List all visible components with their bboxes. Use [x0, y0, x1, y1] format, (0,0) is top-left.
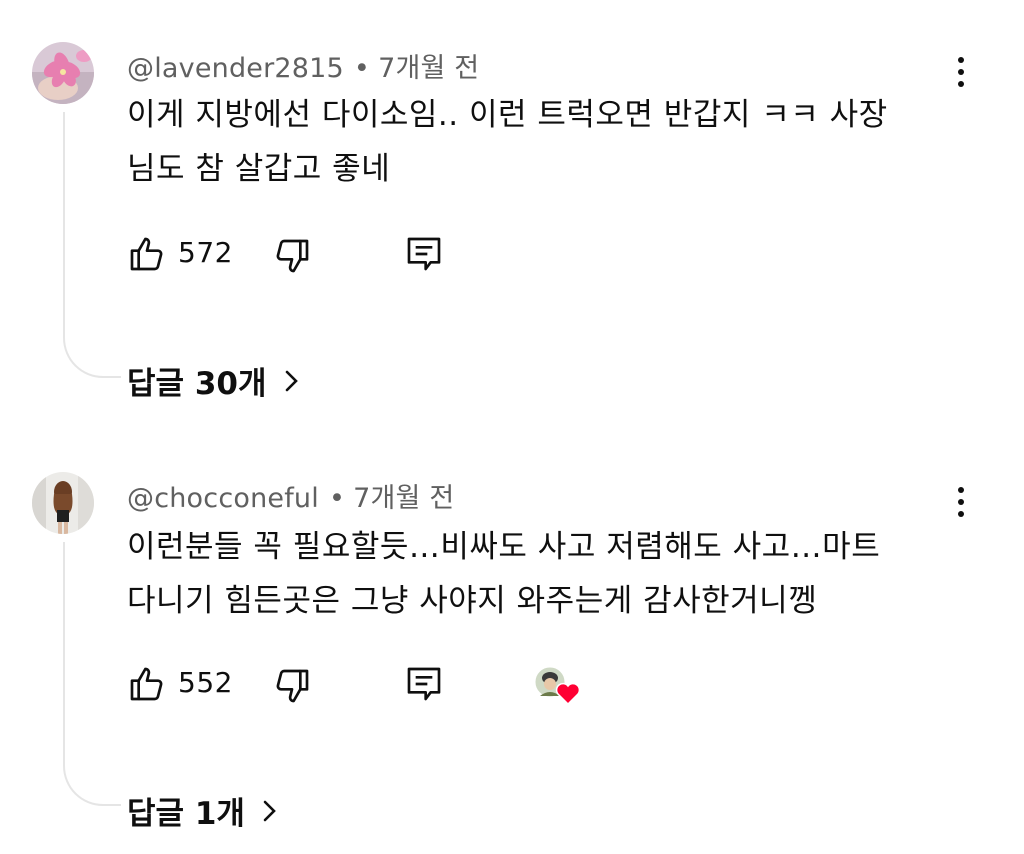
pink-flower-photo-icon	[32, 42, 94, 104]
view-replies-button[interactable]: 답글 1개	[127, 788, 281, 833]
comment-text-line: 이런분들 꼭 필요할듯…비싸도 사고 저렴해도 사고…마트	[127, 529, 881, 565]
replies-label: 답글 30개	[127, 366, 267, 402]
comment-text: 이런분들 꼭 필요할듯…비싸도 사고 저렴해도 사고…마트 다니기 힘든곳은 그…	[127, 520, 957, 628]
like-count: 552	[178, 666, 233, 699]
replies-label: 답글 1개	[127, 796, 245, 832]
view-replies-button[interactable]: 답글 30개	[127, 358, 303, 403]
comment-thread: @chocconeful • 7개월 전 이런분들 꼭 필요할듯…비싸도 사고 저렴…	[0, 430, 1024, 854]
comment-text-line: 이게 지방에선 다이소임.. 이런 트럭오면 반갑지 ㅋㅋ 사장	[127, 97, 888, 133]
comment-reply-icon	[407, 667, 441, 701]
author-avatar[interactable]	[32, 42, 94, 104]
comment-thread: @lavender2815 • 7개월 전 이게 지방에선 다이소임.. 이런 트럭…	[0, 0, 1024, 430]
thread-connector-line	[63, 542, 121, 806]
thumbs-up-icon	[130, 237, 163, 271]
woman-back-photo-icon	[32, 472, 94, 534]
comment-reply-icon	[407, 237, 441, 271]
thumbs-down-icon	[276, 669, 309, 703]
like-button[interactable]	[127, 664, 167, 704]
author-handle[interactable]: @lavender2815	[127, 53, 344, 84]
like-count: 572	[178, 236, 233, 269]
thumbs-up-icon	[130, 667, 163, 701]
meta-separator: •	[353, 53, 371, 84]
dislike-button[interactable]	[272, 236, 312, 276]
meta-separator: •	[328, 483, 346, 514]
comment-header: @lavender2815 • 7개월 전	[127, 46, 479, 85]
author-avatar[interactable]	[32, 472, 94, 534]
more-vertical-icon	[958, 57, 964, 63]
chevron-right-icon	[263, 800, 276, 821]
chevron-right-icon	[285, 370, 298, 391]
thumbs-down-icon	[276, 239, 309, 273]
thread-connector-line	[63, 112, 121, 378]
reply-button[interactable]	[404, 234, 444, 274]
more-actions-button[interactable]	[946, 480, 976, 524]
like-button[interactable]	[127, 234, 167, 274]
more-vertical-icon	[958, 487, 964, 493]
comment-header: @chocconeful • 7개월 전	[127, 476, 454, 515]
comment-text: 이게 지방에선 다이소임.. 이런 트럭오면 반갑지 ㅋㅋ 사장 님도 참 살갑…	[127, 88, 957, 196]
creator-heart-badge	[534, 664, 582, 706]
author-handle[interactable]: @chocconeful	[127, 483, 319, 514]
comment-timestamp[interactable]: 7개월 전	[378, 53, 479, 84]
dislike-button[interactable]	[272, 666, 312, 706]
reply-button[interactable]	[404, 664, 444, 704]
comment-text-line: 다니기 힘든곳은 그냥 사야지 와주는게 감사한거니껭	[127, 583, 818, 619]
comment-timestamp[interactable]: 7개월 전	[353, 483, 454, 514]
comment-text-line: 님도 참 살갑고 좋네	[127, 151, 391, 187]
creator-avatar-heart-icon	[534, 666, 581, 706]
